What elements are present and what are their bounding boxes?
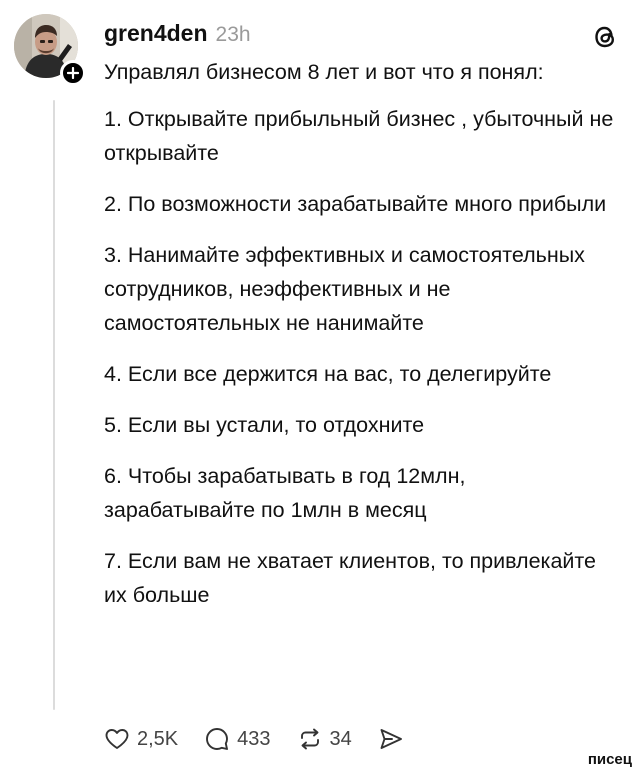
repost-count: 34 [329, 727, 352, 750]
comment-bubble-icon [206, 728, 229, 750]
post-actions: 2,5K 433 34 [104, 722, 430, 756]
thread-post: gren4den 23h Управлял бизнесом 8 лет и в… [0, 0, 640, 774]
post-intro: Управлял бизнесом 8 лет и вот что я поня… [104, 60, 544, 84]
like-button[interactable]: 2,5K [104, 726, 178, 752]
follow-button[interactable] [60, 60, 86, 86]
list-item: 7. Если вам не хватает клиентов, то прив… [104, 549, 596, 607]
share-button[interactable] [378, 726, 404, 752]
list-item: 1. Открывайте прибыльный бизнес , убыточ… [104, 107, 614, 165]
like-count: 2,5K [137, 727, 179, 750]
plus-icon [67, 67, 79, 79]
repost-button[interactable]: 34 [297, 726, 352, 752]
timestamp: 23h [215, 23, 251, 46]
list-item: 6. Чтобы зарабатывать в год 12млн, зараб… [104, 464, 466, 522]
post-header: gren4den 23h [104, 20, 251, 50]
thread-line [53, 100, 55, 710]
post-body: Управлял бизнесом 8 лет и вот что я поня… [104, 56, 620, 629]
list-item: 2. По возможности зарабатывайте много пр… [104, 192, 607, 216]
author-avatar-group[interactable] [14, 14, 86, 86]
send-icon [380, 729, 402, 749]
heart-icon [105, 729, 129, 749]
list-item: 5. Если вы устали, то отдохните [104, 413, 425, 437]
reply-count: 433 [237, 727, 271, 750]
watermark: писец [587, 751, 632, 768]
list-item: 4. Если все держится на вас, то делегиру… [104, 362, 552, 386]
list-item: 3. Нанимайте эффективных и самостоятельн… [104, 243, 585, 335]
reply-button[interactable]: 433 [204, 726, 271, 752]
repost-icon [300, 728, 319, 750]
username[interactable]: gren4den [104, 20, 208, 47]
threads-logo-icon [590, 22, 620, 52]
